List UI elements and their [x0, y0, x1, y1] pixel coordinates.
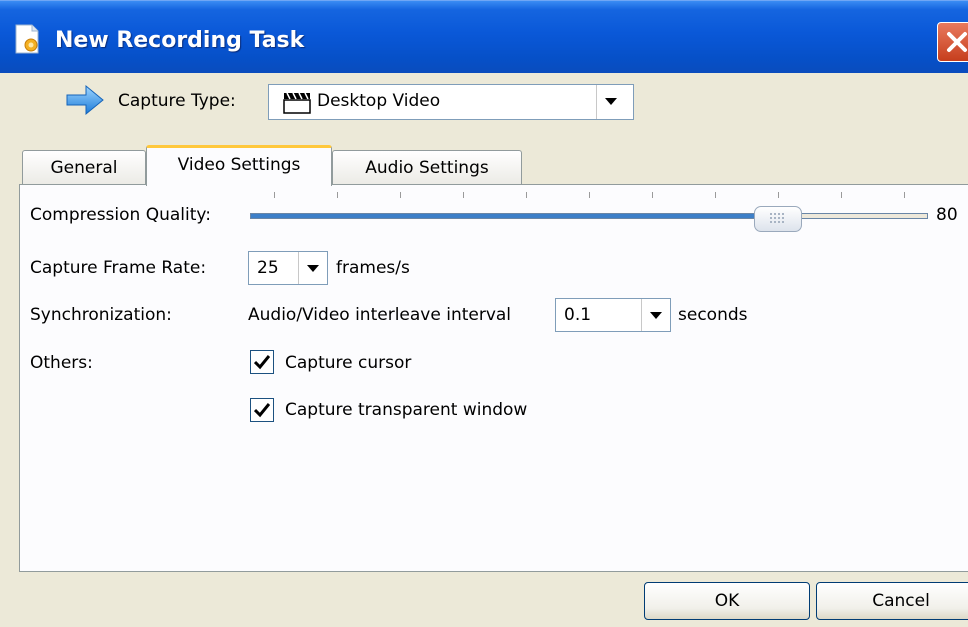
- frame-rate-unit: frames/s: [336, 258, 410, 278]
- interleave-interval-unit: seconds: [678, 305, 748, 325]
- slider-tick: [400, 192, 401, 198]
- tab-panel: [19, 184, 968, 572]
- capture-cursor-label[interactable]: Capture cursor: [285, 353, 411, 373]
- slider-tick: [526, 192, 527, 198]
- slider-tick: [337, 192, 338, 198]
- interleave-interval-label: Audio/Video interleave interval: [248, 305, 512, 325]
- slider-tick: [904, 192, 905, 198]
- slider-tick: [589, 192, 590, 198]
- synchronization-label: Synchronization:: [30, 305, 172, 325]
- capture-type-select[interactable]: Desktop Video: [268, 84, 634, 120]
- interleave-interval-select[interactable]: 0.1: [555, 298, 671, 332]
- compression-quality-label: Compression Quality:: [30, 205, 211, 225]
- checkmark-icon: [254, 403, 270, 418]
- slider-tick: [715, 192, 716, 198]
- ok-button[interactable]: OK: [644, 582, 810, 620]
- slider-tick: [652, 192, 653, 198]
- close-button[interactable]: [937, 22, 968, 62]
- clapperboard-icon: [283, 92, 311, 114]
- grip-icon: [770, 213, 784, 223]
- close-icon: [947, 32, 967, 52]
- compression-quality-value: 80: [936, 205, 958, 225]
- slider-thumb[interactable]: [754, 206, 802, 232]
- frame-rate-value: 25: [257, 258, 279, 278]
- chevron-down-icon[interactable]: [596, 85, 633, 119]
- slider-tick: [274, 192, 275, 198]
- tab-audio-settings[interactable]: Audio Settings: [332, 150, 522, 184]
- tab-general[interactable]: General: [22, 150, 146, 184]
- title-bar[interactable]: New Recording Task: [0, 0, 968, 73]
- slider-tick: [841, 192, 842, 198]
- cancel-button[interactable]: Cancel: [816, 582, 968, 620]
- capture-type-label: Capture Type:: [118, 91, 236, 111]
- chevron-down-icon[interactable]: [641, 299, 670, 331]
- window-title: New Recording Task: [55, 28, 305, 53]
- tab-video-settings[interactable]: Video Settings: [146, 145, 332, 186]
- capture-cursor-checkbox[interactable]: [250, 350, 274, 374]
- chevron-down-icon[interactable]: [298, 252, 327, 284]
- slider-tick: [778, 192, 779, 198]
- capture-transparent-window-checkbox[interactable]: [250, 398, 274, 422]
- frame-rate-select[interactable]: 25: [248, 251, 328, 285]
- capture-frame-rate-label: Capture Frame Rate:: [30, 258, 207, 278]
- checkmark-icon: [254, 355, 270, 370]
- capture-transparent-window-label[interactable]: Capture transparent window: [285, 400, 527, 420]
- blue-arrow-right-icon: [66, 84, 104, 116]
- capture-type-value: Desktop Video: [317, 91, 441, 111]
- slider-fill: [251, 214, 759, 218]
- slider-tick: [463, 192, 464, 198]
- compression-quality-slider[interactable]: [250, 213, 928, 219]
- interleave-interval-value: 0.1: [564, 305, 592, 325]
- document-new-icon: [15, 24, 39, 54]
- others-label: Others:: [30, 353, 93, 373]
